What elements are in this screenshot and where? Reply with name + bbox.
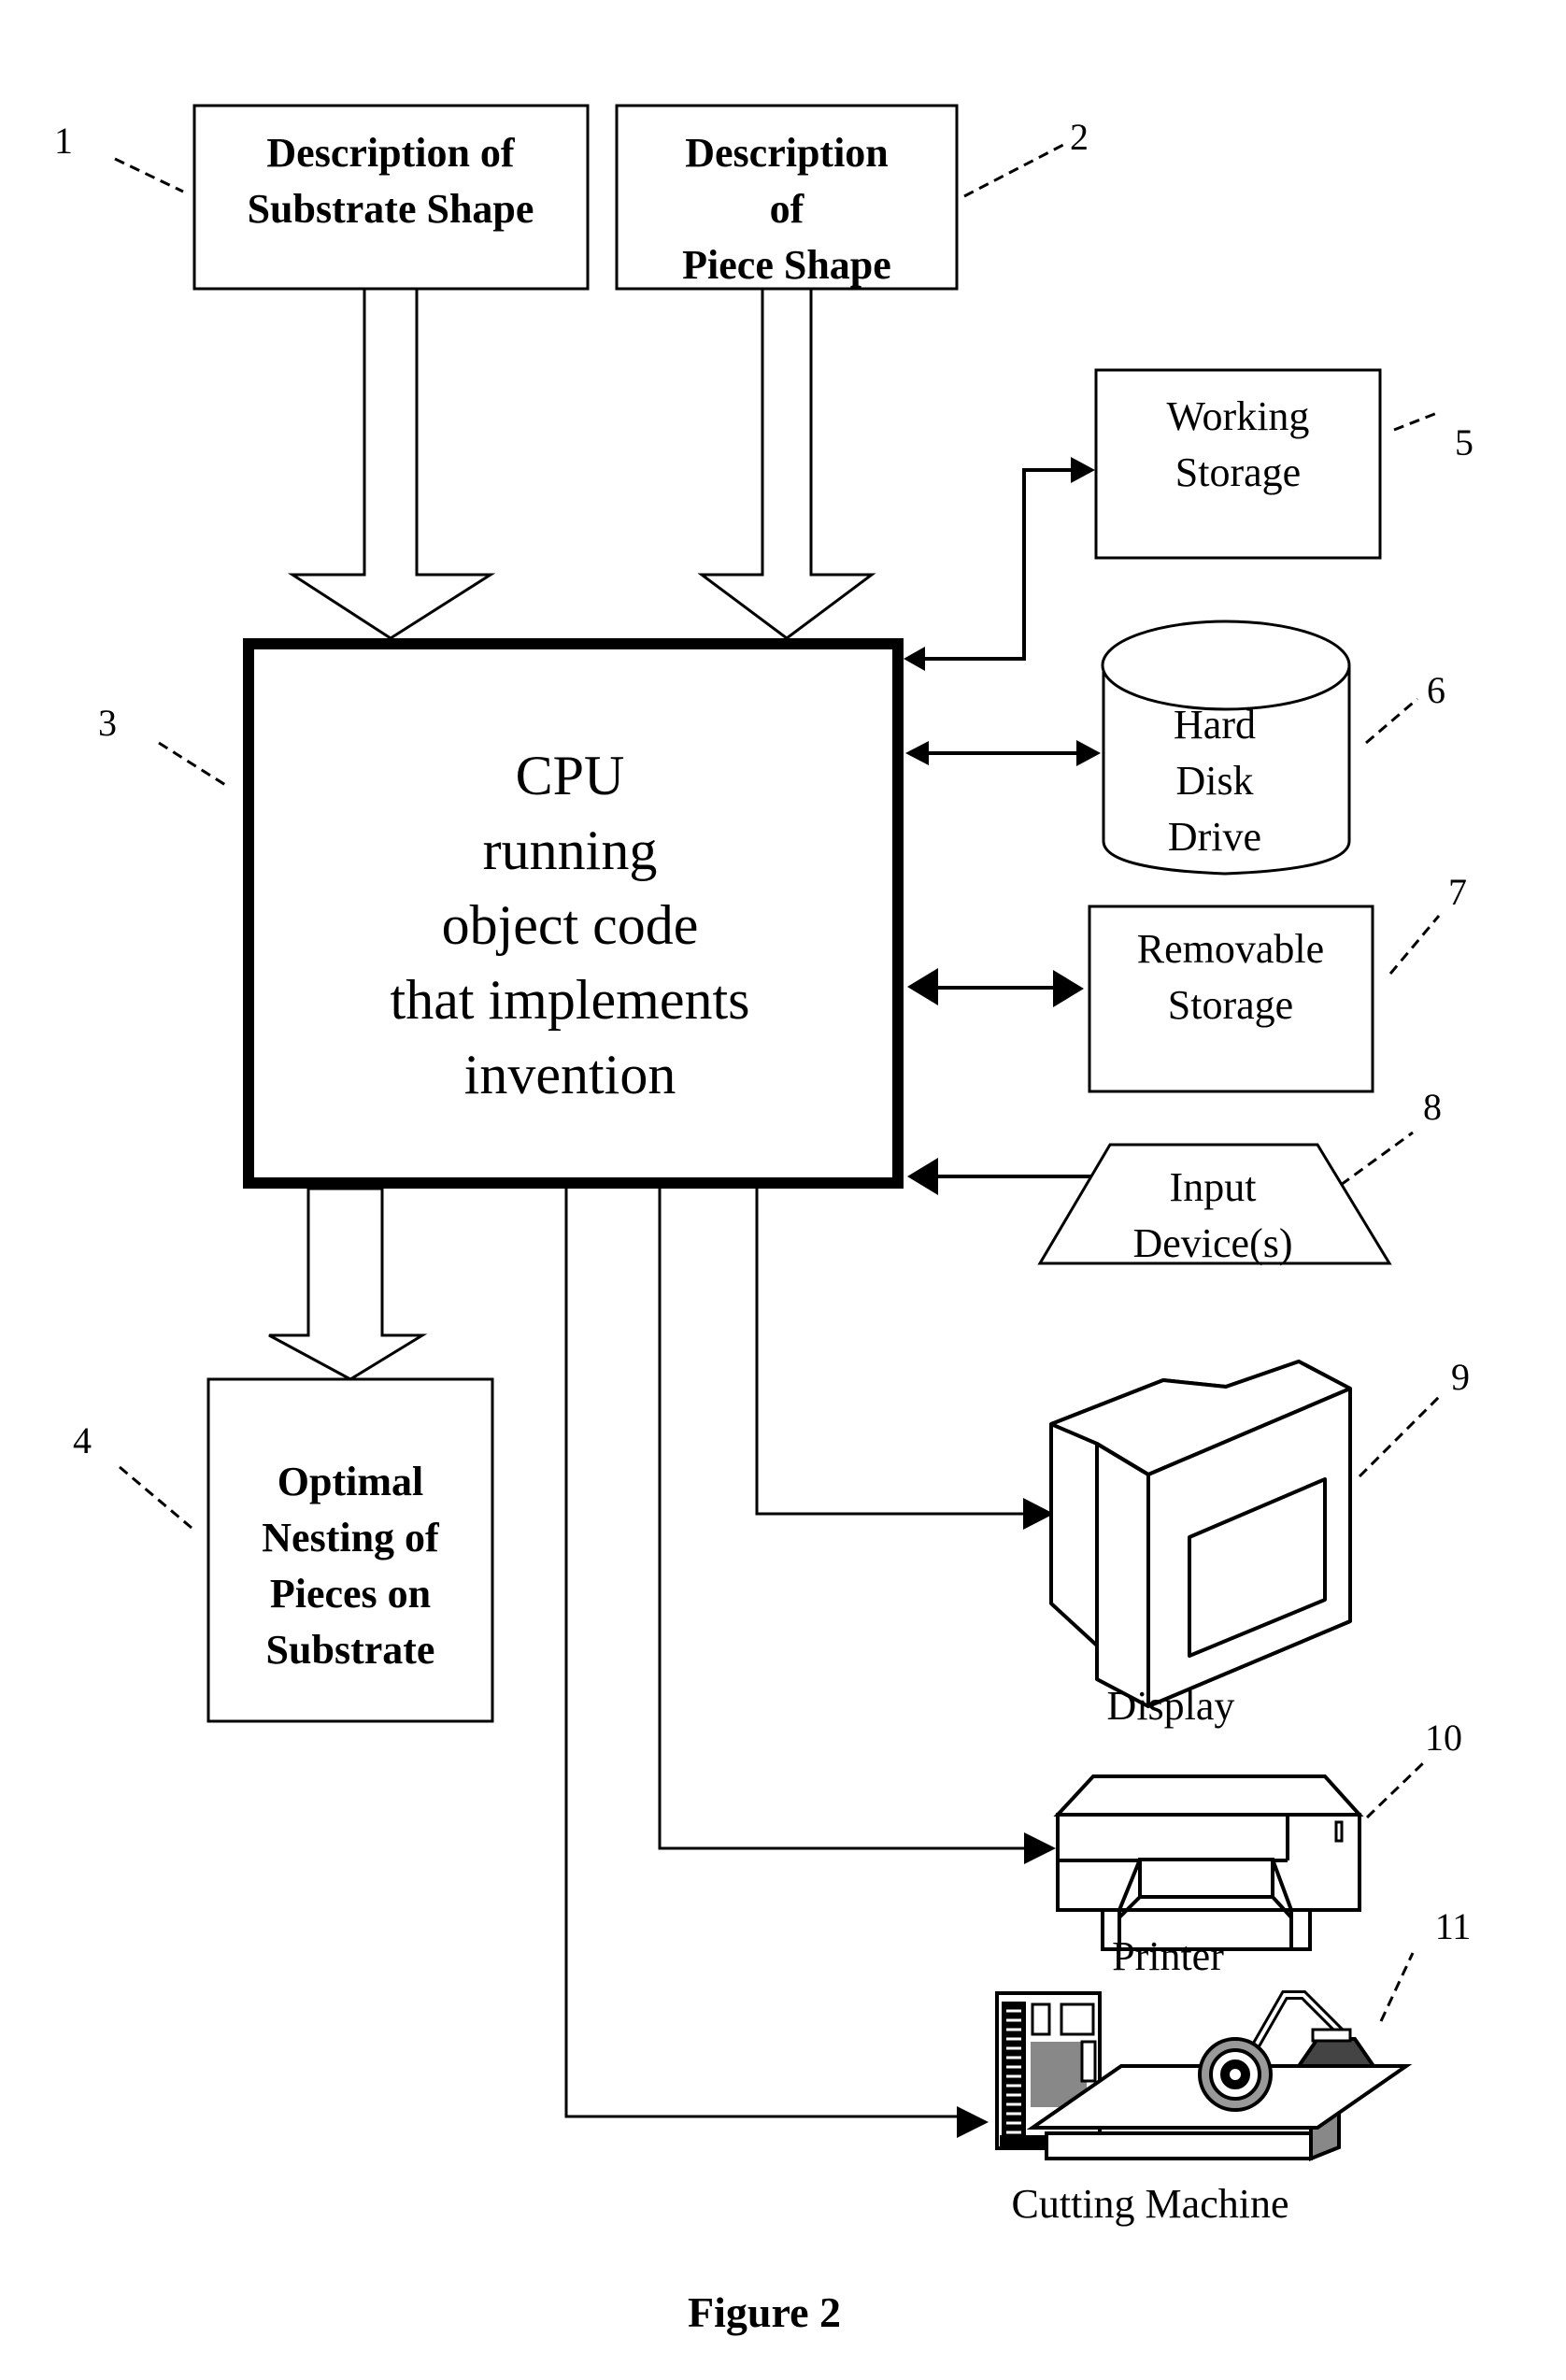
block-arrow-cpu-to-nesting <box>268 1187 428 1381</box>
arrowhead-into-hard-disk <box>1076 740 1101 766</box>
ref-label-7: 7 <box>1388 871 1467 975</box>
ref-label-8: 8 <box>1340 1086 1442 1187</box>
cutting-machine-node: Cutting Machine <box>995 1990 1413 2227</box>
arrowhead-into-printer <box>1024 1832 1056 1864</box>
hard-disk-line-1: Hard <box>1174 702 1256 748</box>
hard-disk-node: Hard Disk Drive <box>1101 620 1351 876</box>
hard-disk-line-3: Drive <box>1168 814 1261 860</box>
cutting-machine-label: Cutting Machine <box>1012 2181 1289 2227</box>
connector-cpu-hard-disk <box>905 740 1101 766</box>
cpu-node: CPU running object code that implements … <box>243 638 904 1189</box>
arrowhead-into-working-storage <box>1071 457 1095 483</box>
connector-cpu-removable <box>907 968 1084 1007</box>
leader-line-4 <box>119 1465 192 1530</box>
substrate-description-node: Description of Substrate Shape <box>192 104 590 291</box>
block-diagram: Description of Substrate Shape 1 Descrip… <box>54 104 1473 2336</box>
input-devices-line-1: Input <box>1170 1164 1257 1210</box>
leader-line-2 <box>963 143 1064 198</box>
ref-number-6: 6 <box>1427 669 1445 711</box>
display-node: Display <box>1049 1360 1352 1729</box>
ref-number-5: 5 <box>1455 421 1473 463</box>
cpu-line-3: object code <box>442 894 699 956</box>
input-devices-node: Input Device(s) <box>1037 1143 1392 1266</box>
substrate-description-line-2: Substrate Shape <box>248 186 534 232</box>
connector-cpu-working-storage <box>904 457 1095 671</box>
optimal-nesting-line-2: Nesting of <box>262 1515 440 1561</box>
ref-label-10: 10 <box>1365 1717 1462 1819</box>
ref-label-11: 11 <box>1379 1905 1472 2022</box>
working-storage-line-1: Working <box>1167 393 1310 439</box>
ref-label-9: 9 <box>1358 1356 1470 1478</box>
optimal-nesting-node: Optimal Nesting of Pieces on Substrate <box>206 1377 494 1723</box>
leader-line-10 <box>1365 1760 1427 1819</box>
leader-line-7 <box>1388 915 1441 975</box>
leader-line-11 <box>1379 1952 1415 2022</box>
arrowhead-into-cutting-machine <box>957 2106 989 2138</box>
connector-cpu-printer <box>658 1189 1056 1864</box>
removable-storage-line-2: Storage <box>1168 982 1293 1028</box>
printer-node: Printer <box>1053 1774 1364 1979</box>
ref-number-10: 10 <box>1425 1717 1462 1759</box>
ref-label-6: 6 <box>1365 669 1445 745</box>
connector-cpu-display <box>755 1189 1054 1530</box>
cpu-line-1: CPU <box>516 745 625 806</box>
block-arrow-substrate-to-cpu <box>287 287 496 640</box>
removable-storage-node: Removable Storage <box>1088 905 1374 1093</box>
cpu-line-5: invention <box>464 1044 676 1105</box>
optimal-nesting-line-4: Substrate <box>266 1627 435 1673</box>
working-storage-line-2: Storage <box>1175 449 1301 495</box>
leader-line-1 <box>114 157 184 193</box>
ref-label-4: 4 <box>73 1419 192 1530</box>
ref-number-9: 9 <box>1451 1356 1470 1398</box>
ref-label-3: 3 <box>98 702 231 790</box>
removable-storage-line-1: Removable <box>1137 926 1324 972</box>
hard-disk-line-2: Disk <box>1175 758 1253 804</box>
arrowhead-into-cpu <box>907 968 938 1005</box>
working-storage-node: Working Storage <box>1094 368 1382 560</box>
ref-number-7: 7 <box>1448 871 1467 913</box>
ref-number-1: 1 <box>54 120 73 162</box>
ref-number-11: 11 <box>1435 1905 1472 1947</box>
figure-caption: Figure 2 <box>688 2288 841 2336</box>
leader-line-8 <box>1340 1131 1414 1187</box>
printer-label: Printer <box>1112 1933 1224 1979</box>
piece-description-line-1: Description <box>685 130 889 176</box>
monitor-icon <box>1049 1360 1352 1708</box>
optimal-nesting-line-3: Pieces on <box>270 1571 431 1617</box>
input-devices-line-2: Device(s) <box>1132 1220 1292 1266</box>
cpu-line-4: that implements <box>391 969 750 1031</box>
ref-number-8: 8 <box>1423 1086 1442 1128</box>
piece-description-line-3: Piece Shape <box>682 242 891 288</box>
ref-label-5: 5 <box>1393 411 1473 463</box>
connector-cpu-cutting-machine <box>564 1189 989 2138</box>
substrate-description-line-1: Description of <box>266 130 516 176</box>
display-label: Display <box>1107 1683 1235 1729</box>
arrowhead-into-cpu <box>904 647 925 671</box>
ref-label-2: 2 <box>963 116 1089 198</box>
cpu-line-2: running <box>483 819 658 881</box>
printer-icon <box>1053 1774 1364 1951</box>
ref-number-3: 3 <box>98 702 117 744</box>
connector-input-cpu <box>907 1158 1093 1195</box>
arrowhead-into-cpu <box>907 1158 938 1195</box>
arrowhead-into-removable <box>1053 970 1084 1007</box>
ref-label-1: 1 <box>54 120 184 193</box>
cutting-machine-icon <box>995 1990 1413 2161</box>
arrowhead-into-cpu <box>905 741 929 765</box>
piece-description-node: Description of Piece Shape <box>615 104 959 291</box>
block-arrow-piece-to-cpu <box>697 287 876 640</box>
leader-line-9 <box>1358 1395 1441 1478</box>
ref-number-4: 4 <box>73 1419 92 1461</box>
piece-description-line-2: of <box>770 186 805 232</box>
optimal-nesting-line-1: Optimal <box>278 1459 423 1504</box>
leader-line-3 <box>158 741 231 790</box>
leader-line-5 <box>1393 411 1438 432</box>
leader-line-6 <box>1365 697 1418 745</box>
ref-number-2: 2 <box>1070 116 1089 158</box>
